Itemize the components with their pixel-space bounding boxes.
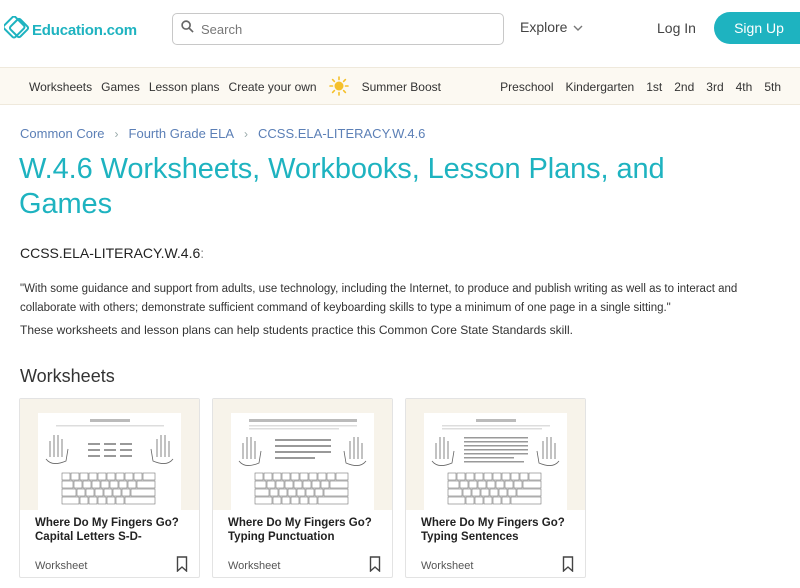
chevron-down-icon: [567, 19, 583, 35]
bookmark-icon[interactable]: [369, 556, 381, 573]
search-icon: [181, 20, 194, 38]
summer-boost-label: Summer Boost: [361, 80, 441, 94]
worksheet-preview-image: [424, 413, 567, 510]
sub-navigation: Worksheets Games Lesson plans Create you…: [0, 67, 800, 105]
standard-code: CCSS.ELA-LITERACY.W.4.6:: [20, 245, 204, 261]
nav-create-your-own[interactable]: Create your own: [229, 80, 317, 94]
bookmark-icon[interactable]: [176, 556, 188, 573]
grade-5th[interactable]: 5th: [764, 80, 781, 94]
worksheet-card[interactable]: Where Do My Fingers Go? Typing Sentences…: [405, 398, 586, 578]
grade-4th[interactable]: 4th: [736, 80, 753, 94]
worksheet-card-title[interactable]: Where Do My Fingers Go? Typing Punctuati…: [228, 516, 380, 544]
worksheet-thumbnail[interactable]: [213, 399, 392, 510]
worksheet-card-title[interactable]: Where Do My Fingers Go? Capital Letters …: [35, 516, 187, 544]
grade-2nd[interactable]: 2nd: [674, 80, 694, 94]
worksheet-card-type: Worksheet: [228, 560, 281, 572]
breadcrumb-standard[interactable]: CCSS.ELA-LITERACY.W.4.6: [258, 126, 425, 141]
subnav-grades: Preschool Kindergarten 1st 2nd 3rd 4th 5…: [488, 68, 781, 106]
logo-text: Education.com: [32, 22, 137, 39]
worksheet-thumbnail[interactable]: [406, 399, 585, 510]
search-box[interactable]: [172, 13, 504, 45]
nav-worksheets[interactable]: Worksheets: [29, 80, 92, 94]
worksheet-card-title[interactable]: Where Do My Fingers Go? Typing Sentences: [421, 516, 573, 544]
worksheet-card[interactable]: Where Do My Fingers Go? Capital Letters …: [19, 398, 200, 578]
signup-button[interactable]: Sign Up: [714, 12, 800, 44]
site-logo[interactable]: Education.com: [2, 15, 137, 45]
sun-icon: [328, 75, 353, 99]
grade-1st[interactable]: 1st: [646, 80, 662, 94]
standard-code-colon: :: [200, 245, 205, 261]
worksheet-card[interactable]: Where Do My Fingers Go? Typing Punctuati…: [212, 398, 393, 578]
worksheet-preview-image: [231, 413, 374, 510]
grade-3rd[interactable]: 3rd: [706, 80, 723, 94]
breadcrumb: Common Core › Fourth Grade ELA › CCSS.EL…: [20, 126, 425, 141]
standard-text: "With some guidance and support from adu…: [20, 283, 738, 314]
chevron-right-icon: ›: [114, 126, 119, 141]
worksheet-preview-image: [38, 413, 181, 510]
grade-preschool[interactable]: Preschool: [500, 80, 553, 94]
page-title: W.4.6 Worksheets, Workbooks, Lesson Plan…: [19, 153, 665, 220]
login-link[interactable]: Log In: [657, 20, 696, 36]
worksheet-card-type: Worksheet: [421, 560, 474, 572]
page-description: These worksheets and lesson plans can he…: [20, 323, 573, 337]
nav-lesson-plans[interactable]: Lesson plans: [149, 80, 220, 94]
standard-code-text: CCSS.ELA-LITERACY.W.4.6: [20, 245, 201, 261]
grade-kindergarten[interactable]: Kindergarten: [566, 80, 635, 94]
bookmark-icon[interactable]: [562, 556, 574, 573]
worksheet-thumbnail[interactable]: [20, 399, 199, 510]
search-input[interactable]: [201, 21, 491, 37]
nav-games[interactable]: Games: [101, 80, 140, 94]
breadcrumb-common-core[interactable]: Common Core: [20, 126, 105, 141]
chevron-right-icon: ›: [244, 126, 249, 141]
nav-summer-boost[interactable]: Summer Boost: [328, 75, 450, 99]
section-title-worksheets: Worksheets: [20, 366, 115, 386]
subnav-categories: Worksheets Games Lesson plans Create you…: [29, 68, 459, 106]
worksheet-card-type: Worksheet: [35, 560, 88, 572]
education-logo-icon: [2, 15, 30, 45]
explore-label: Explore: [520, 19, 568, 35]
breadcrumb-fourth-grade-ela[interactable]: Fourth Grade ELA: [129, 126, 235, 141]
top-header: Education.com Explore Log In Sign Up: [0, 0, 800, 58]
explore-menu[interactable]: Explore: [520, 19, 583, 35]
